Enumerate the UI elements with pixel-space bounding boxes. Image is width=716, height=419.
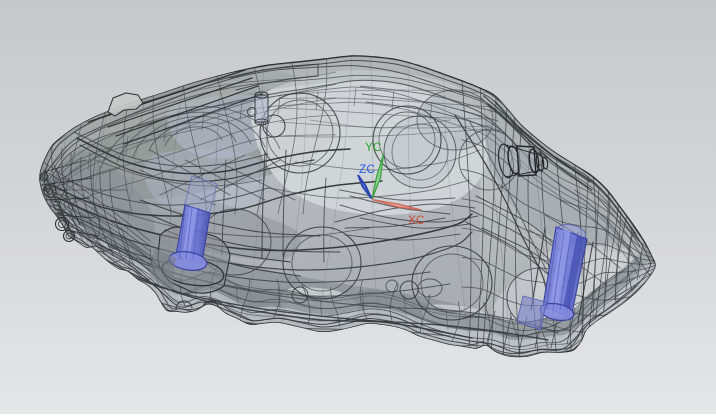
svg-text:ZC: ZC bbox=[359, 162, 375, 176]
svg-text:XC: XC bbox=[408, 213, 425, 227]
svg-text:YC: YC bbox=[365, 140, 382, 154]
